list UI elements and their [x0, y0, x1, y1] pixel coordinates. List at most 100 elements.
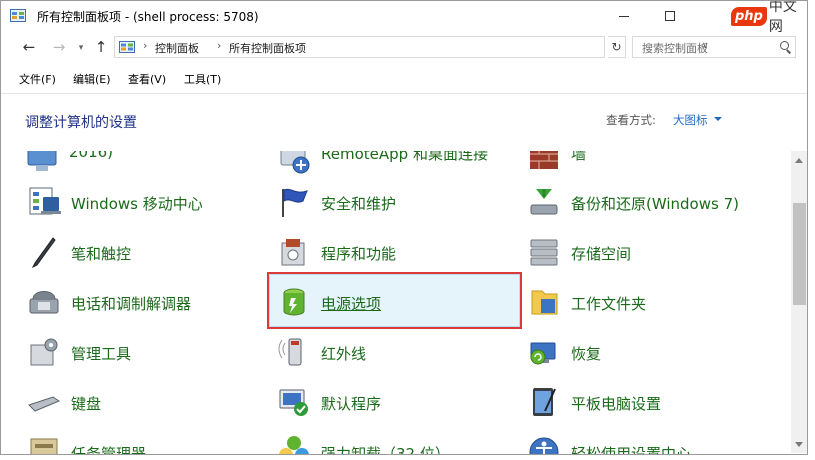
backup-restore-icon [530, 189, 558, 215]
menu-tools[interactable]: 工具(T) [184, 71, 221, 87]
menu-divider [1, 93, 807, 94]
search-icon[interactable] [780, 41, 789, 50]
breadcrumb-control-panel[interactable]: 控制面板 [155, 40, 199, 56]
watermark-text: 中文网 [768, 0, 797, 35]
item-label: 2016) [69, 151, 114, 161]
item-label: 电话和调制解调器 [71, 295, 192, 313]
list-item-pen-and-touch[interactable]: 笔和触控 [27, 235, 247, 279]
menu-bar: 文件(F) 编辑(E) 查看(V) 工具(T) [1, 69, 807, 89]
battery-power-icon [283, 288, 305, 316]
refresh-button[interactable]: ↻ [608, 36, 626, 58]
list-item-windows-mobility-center[interactable]: Windows 移动中心 [27, 185, 247, 229]
item-label: 工作文件夹 [571, 295, 647, 313]
up-arrow-icon[interactable]: ↑ [93, 39, 109, 55]
item-label: 笔和触控 [71, 245, 132, 263]
list-item-programs-and-features[interactable]: 程序和功能 [277, 235, 497, 279]
breadcrumb-separator-icon[interactable]: › [143, 39, 147, 52]
item-label: 电源选项 [321, 295, 382, 313]
list-item-phone-and-modem[interactable]: 电话和调制解调器 [27, 285, 247, 329]
breadcrumb-separator-icon[interactable]: › [217, 39, 221, 52]
programs-features-icon [281, 239, 305, 266]
item-label: 存储空间 [571, 245, 632, 263]
navigation-bar: ← → ▾ ↑ › 控制面板 › 所有控制面板项 ∨ ↻ 搜索控制面板 [1, 35, 807, 61]
remoteapp-icon [280, 151, 310, 174]
recovery-icon [530, 342, 556, 365]
item-label: 恢复 [571, 345, 602, 363]
menu-edit[interactable]: 编辑(E) [73, 71, 111, 87]
list-item[interactable]: 墙 [527, 151, 777, 187]
control-panel-items: 2016) RemoteApp 和桌面连接 墙 Windows 移动中心 安全和… [1, 151, 791, 455]
view-by-dropdown[interactable]: 大图标 [673, 112, 708, 128]
item-label: 备份和还原(Windows 7) [571, 195, 739, 213]
title-bar[interactable]: 所有控制面板项 - (shell process: 5708) php 中文网 [1, 1, 807, 35]
list-item[interactable]: RemoteApp 和桌面连接 [277, 151, 517, 187]
uninstaller-colorful-icon [279, 436, 309, 454]
scroll-up-arrow-icon[interactable] [795, 158, 803, 163]
partial-item-icon [27, 151, 57, 171]
item-label: 键盘 [71, 395, 102, 413]
item-label: 默认程序 [321, 395, 382, 413]
item-label: 平板电脑设置 [571, 395, 662, 413]
watermark-logo: php 中文网 [731, 1, 807, 35]
forward-arrow-icon[interactable]: → [51, 39, 67, 55]
pen-icon [31, 237, 56, 269]
item-label: 墙 [571, 151, 587, 163]
back-arrow-icon[interactable]: ← [21, 39, 37, 55]
item-label: RemoteApp 和桌面连接 [321, 151, 488, 163]
item-label: 程序和功能 [321, 245, 397, 263]
work-folders-icon [531, 290, 558, 315]
storage-drives-icon [530, 239, 558, 266]
scroll-down-arrow-icon[interactable] [795, 442, 803, 447]
vertical-scrollbar[interactable] [791, 151, 807, 453]
maximize-button[interactable] [647, 1, 693, 31]
view-by-label: 查看方式: [606, 113, 656, 127]
list-item-storage-spaces[interactable]: 存储空间 [527, 235, 777, 279]
list-item-default-programs[interactable]: 默认程序 [277, 385, 497, 429]
admin-tools-icon [30, 338, 58, 366]
recent-locations-chevron-icon[interactable]: ▾ [73, 40, 89, 56]
firewall-brick-wall-icon [530, 151, 558, 169]
phone-icon [29, 291, 59, 314]
keyboard-icon [28, 396, 61, 412]
list-item-recovery[interactable]: 恢复 [527, 335, 777, 379]
search-box[interactable]: 搜索控制面板 [632, 36, 796, 58]
flag-icon [282, 188, 308, 217]
list-item[interactable]: 2016) [25, 151, 245, 187]
view-by-caret-icon[interactable] [714, 117, 722, 121]
item-label: 安全和维护 [321, 195, 397, 213]
window-title: 所有控制面板项 - (shell process: 5708) [37, 10, 259, 24]
address-bar[interactable]: › 控制面板 › 所有控制面板项 ∨ [114, 36, 709, 58]
breadcrumb-all-items[interactable]: 所有控制面板项 [229, 40, 306, 56]
page-title: 调整计算机的设置 [25, 115, 137, 131]
list-item-administrative-tools[interactable]: 管理工具 [27, 335, 247, 379]
control-panel-location-icon [119, 41, 135, 53]
list-item-power-options[interactable]: 电源选项 [277, 285, 497, 329]
infrared-icon [278, 338, 302, 366]
menu-view[interactable]: 查看(V) [128, 71, 166, 87]
item-label: 任务管理器 [71, 445, 147, 455]
item-label: 强力卸载（32 位） [321, 445, 450, 455]
list-item-tablet-pc-settings[interactable]: 平板电脑设置 [527, 385, 777, 429]
list-item-keyboard[interactable]: 键盘 [27, 385, 247, 429]
search-placeholder: 搜索控制面板 [642, 42, 708, 55]
tablet-icon [533, 388, 556, 416]
item-label: 轻松使用设置中心 [571, 445, 692, 455]
list-item[interactable]: 轻松使用设置中心 [527, 435, 777, 455]
control-panel-window: 所有控制面板项 - (shell process: 5708) php 中文网 … [0, 0, 808, 455]
ease-of-access-icon [529, 437, 559, 454]
scrollbar-thumb[interactable] [793, 203, 806, 305]
list-item-security-and-maintenance[interactable]: 安全和维护 [277, 185, 497, 229]
watermark-badge: php [731, 6, 767, 26]
item-label: 管理工具 [71, 345, 132, 363]
list-item-work-folders[interactable]: 工作文件夹 [527, 285, 777, 329]
item-label: 红外线 [321, 345, 367, 363]
menu-file[interactable]: 文件(F) [19, 71, 56, 87]
default-programs-icon [279, 389, 308, 416]
control-panel-app-icon [10, 9, 26, 22]
list-item-backup-and-restore[interactable]: 备份和还原(Windows 7) [527, 185, 777, 229]
task-manager-icon [30, 438, 58, 454]
minimize-button[interactable] [601, 1, 647, 31]
list-item[interactable]: 任务管理器 [27, 435, 247, 455]
list-item-infrared[interactable]: 红外线 [277, 335, 497, 379]
list-item[interactable]: 强力卸载（32 位） [277, 435, 517, 455]
